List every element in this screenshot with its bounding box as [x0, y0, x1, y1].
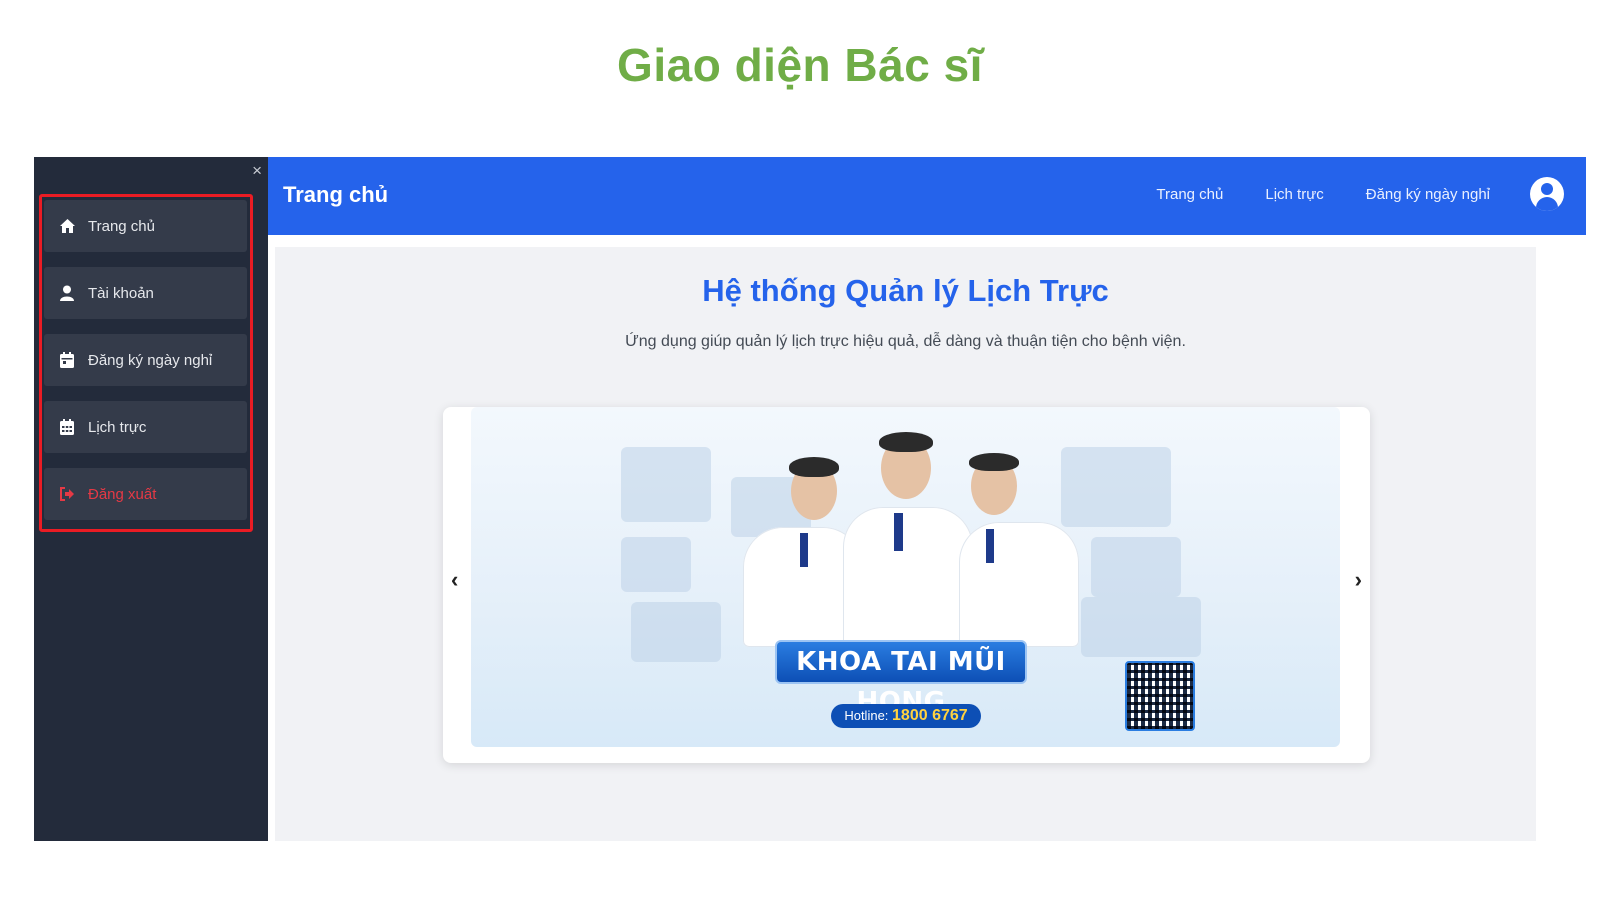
hotline-number: 1800 6767 — [892, 707, 968, 724]
qr-code-icon — [1125, 661, 1195, 731]
sidebar-item-label: Lịch trực — [88, 418, 147, 436]
doctor-tie — [894, 513, 903, 551]
doctor-figure — [843, 507, 973, 647]
banner-tile — [1081, 597, 1201, 657]
nav-link-home[interactable]: Trang chủ — [1156, 186, 1223, 203]
close-sidebar-icon[interactable]: × — [252, 161, 262, 181]
banner-tile — [631, 602, 721, 662]
nav-link-leave-registration[interactable]: Đăng ký ngày nghỉ — [1366, 186, 1490, 203]
banner-tile — [621, 447, 711, 522]
calendar-grid-icon — [58, 418, 76, 436]
banner-department-title: KHOA TAI MŨI HỌNG — [775, 640, 1027, 717]
banner-tile — [1091, 537, 1181, 597]
sidebar-item-logout[interactable]: Đăng xuất — [44, 468, 247, 520]
hotline-label: Hotline: — [844, 708, 889, 723]
doctor-hair — [879, 432, 933, 452]
system-title: Hệ thống Quản lý Lịch Trực — [702, 273, 1109, 308]
sidebar-item-label: Tài khoản — [88, 284, 154, 302]
carousel-prev-button[interactable]: ‹ — [451, 567, 458, 593]
doctor-hair — [969, 453, 1019, 471]
sidebar-item-leave-registration[interactable]: Đăng ký ngày nghỉ — [44, 334, 247, 386]
carousel: ‹ › KHOA TAI MŨI HỌNG Hotline: 1800 6767 — [443, 407, 1370, 763]
home-icon — [58, 217, 76, 235]
slide-title: Giao diện Bác sĩ — [617, 39, 983, 91]
main-content: Hệ thống Quản lý Lịch Trực Ứng dụng giúp… — [275, 247, 1536, 841]
carousel-banner-image: KHOA TAI MŨI HỌNG Hotline: 1800 6767 — [471, 407, 1340, 747]
top-nav: Trang chủ Lịch trực Đăng ký ngày nghỉ — [1156, 186, 1490, 203]
doctor-figure — [959, 522, 1079, 647]
sidebar-item-label: Đăng ký ngày nghỉ — [88, 351, 213, 369]
user-icon — [58, 284, 76, 302]
avatar-head — [1541, 183, 1553, 195]
nav-link-schedule[interactable]: Lịch trực — [1265, 186, 1323, 203]
carousel-next-button[interactable]: › — [1355, 567, 1362, 593]
doctor-hair — [789, 457, 839, 477]
sidebar-item-label: Trang chủ — [88, 217, 155, 235]
sidebar-item-label: Đăng xuất — [88, 485, 157, 503]
sidebar-item-account[interactable]: Tài khoản — [44, 267, 247, 319]
top-navbar: Trang chủ Trang chủ Lịch trực Đăng ký ng… — [268, 157, 1586, 235]
calendar-icon — [58, 351, 76, 369]
user-avatar-icon[interactable] — [1530, 177, 1564, 211]
sidebar-item-schedule[interactable]: Lịch trực — [44, 401, 247, 453]
doctor-app-window: × Trang chủ Tài khoản Đăng ký ngày nghỉ — [34, 157, 1586, 841]
sidebar: × Trang chủ Tài khoản Đăng ký ngày nghỉ — [34, 157, 268, 841]
page-title: Trang chủ — [283, 182, 389, 207]
doctor-tie — [986, 529, 994, 563]
avatar-body — [1536, 197, 1558, 211]
system-subtitle: Ứng dụng giúp quản lý lịch trực hiệu quả… — [625, 333, 1186, 350]
logout-icon — [58, 485, 76, 503]
sidebar-item-home[interactable]: Trang chủ — [44, 200, 247, 252]
banner-tile — [621, 537, 691, 592]
banner-hotline: Hotline: 1800 6767 — [831, 704, 981, 728]
doctor-tie — [800, 533, 808, 567]
sidebar-menu: Trang chủ Tài khoản Đăng ký ngày nghỉ Lị… — [44, 200, 247, 535]
banner-tile — [1061, 447, 1171, 527]
